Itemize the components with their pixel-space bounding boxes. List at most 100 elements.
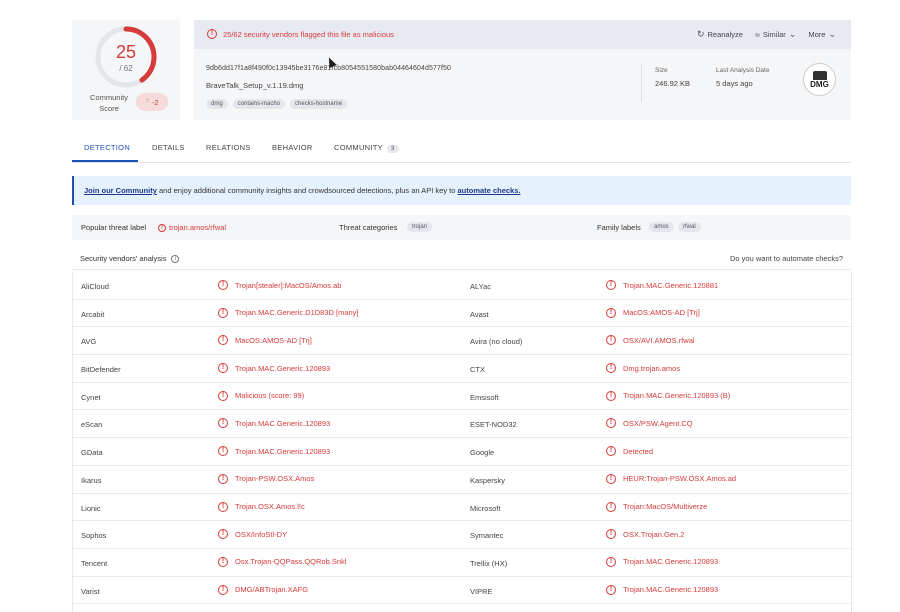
threat-category-tag[interactable]: trojan xyxy=(407,222,433,232)
join-community-link[interactable]: Join our Community xyxy=(84,186,157,195)
vendor-name: Tencent xyxy=(81,558,108,568)
refresh-icon: ↻ xyxy=(696,29,705,39)
vendor-result[interactable]: ! Trojan.MAC.Generic.120893 xyxy=(218,446,330,457)
reanalyze-label: Reanalyze xyxy=(707,30,743,39)
vendor-result[interactable]: ! Detected xyxy=(606,446,653,457)
vendor-result[interactable]: ! Trojan.OSX.Amos.l!c xyxy=(218,501,305,512)
similar-label: Similar xyxy=(762,30,786,39)
vendor-result-text: Trojan[stealer]:MacOS/Amos.ab xyxy=(235,280,342,290)
table-row: Lionic! Trojan.OSX.Amos.l!c Microsoft! Troj… xyxy=(72,494,851,522)
table-row: Varist ! DMG/ABTrojan.XAFG VIPRE ! Trojan.MAC… xyxy=(72,577,851,605)
alert-circle-icon: ! xyxy=(218,529,228,540)
vendor-result[interactable]: ! MacOS:AMOS-AD [Trj] xyxy=(218,335,312,346)
vendor-name: Kaspersky xyxy=(470,475,506,485)
table-row: AliCloud! Trojan[stealer]:MacOS/Amos.ab AL… xyxy=(72,272,851,300)
banner-text: and enjoy additional community insights … xyxy=(156,186,458,195)
alert-circle-icon: ! xyxy=(218,473,228,484)
more-dropdown[interactable]: More ⌄ xyxy=(808,29,836,40)
community-score-label: Community Score xyxy=(90,93,128,113)
vendor-result[interactable]: ! Trojan[stealer]:MacOS/Amos.ab xyxy=(218,280,341,290)
alert-circle-icon: ! xyxy=(218,556,228,567)
vendor-result[interactable]: ! HEUR:Trojan-PSW.OSX.Amos.ad xyxy=(606,473,737,484)
vendor-name: VIPRE xyxy=(470,586,493,596)
family-label-tag[interactable]: rfwal xyxy=(678,222,701,232)
reanalyze-button[interactable]: ↻ Reanalyze xyxy=(697,29,743,40)
vendor-name: ESET-NOD32 xyxy=(470,420,517,430)
vendor-result[interactable]: ! OSX.Trojan.Gen.2 xyxy=(606,529,684,540)
vendor-result[interactable]: ! OSX/PSW.Agent.CQ xyxy=(606,418,693,429)
file-type-label: DMG xyxy=(810,79,829,89)
alert-circle-icon: ! xyxy=(606,307,616,318)
alert-circle-icon: ! xyxy=(218,446,228,457)
vendor-name: BitDefender xyxy=(81,365,121,375)
alert-circle-icon: ! xyxy=(606,390,616,401)
malicious-alert: ! 25/62 security vendors flagged this fi… xyxy=(207,29,394,39)
alert-circle-icon: ! xyxy=(218,390,228,401)
file-name: BraveTalk_Setup_v.1.19.dmg xyxy=(206,81,304,90)
vendor-name: Arcabit xyxy=(81,309,105,319)
file-tag[interactable]: checks-hostname xyxy=(290,99,348,109)
popular-threat-value[interactable]: ! trojan.amos/rfwal xyxy=(158,223,226,232)
automate-checks-link[interactable]: automate checks. xyxy=(458,186,521,195)
alert-circle-icon: ! xyxy=(606,418,616,429)
vendor-result[interactable]: ! Trojan-PSW.OSX.Amos xyxy=(218,473,314,484)
vendor-result[interactable]: ! Dmg.trojan.amos xyxy=(606,363,680,374)
vendor-result-text: Trojan.MAC.Generic.120893 xyxy=(623,585,719,595)
vendor-result-text: OSX/AVI.AMOS.rfwal xyxy=(623,335,695,345)
vendor-result[interactable]: ! Trojan.MAC.Generic.D1D83D [many] xyxy=(218,307,359,318)
question-icon: ? xyxy=(145,99,149,105)
tab-details[interactable]: DETAILS xyxy=(152,143,185,152)
similar-dropdown[interactable]: ≈ Similar ⌄ xyxy=(755,29,796,40)
size-label: Size xyxy=(655,67,668,74)
tab-community[interactable]: COMMUNITY 3 xyxy=(334,143,399,153)
family-labels-label: Family labels xyxy=(597,223,641,232)
vendor-result-text: Trojan.MAC.Generic.120893 xyxy=(235,418,331,428)
detection-total: / 62 xyxy=(119,64,133,73)
vendor-result-text: Malicious (score: 99) xyxy=(235,391,305,401)
vendor-name: Emsisoft xyxy=(470,392,499,402)
vendor-result-text: OSX/InfoStl-DY xyxy=(235,529,288,539)
file-tags: dmg contains-macho checks-hostname xyxy=(206,99,348,109)
vendor-result[interactable]: ! DMG/ABTrojan.XAFG xyxy=(218,584,308,595)
vendor-result[interactable]: ! OSX/InfoStl-DY xyxy=(218,529,288,540)
file-tag[interactable]: contains-macho xyxy=(232,99,286,109)
vendor-result[interactable]: ! Trojan.MAC.Generic.120893 xyxy=(218,363,330,374)
tab-behavior[interactable]: BEHAVIOR xyxy=(272,143,313,152)
vendor-result[interactable]: ! Osx.Trojan-QQPass.QQRob.Snkl xyxy=(218,556,346,567)
info-icon[interactable]: i xyxy=(171,254,180,263)
vendor-name: Varist xyxy=(81,586,100,596)
vendor-result-text: Trojan.OSX.Amos.l!c xyxy=(235,502,305,511)
vendor-result[interactable]: ! Trojan.MAC.Generic.120893 (B) xyxy=(606,390,730,401)
similar-icon: ≈ xyxy=(754,29,760,40)
table-row: Ikarus! Trojan-PSW.OSX.Amos Kaspersky! HEUR… xyxy=(72,466,851,494)
vendor-name: Symantec xyxy=(470,531,504,541)
table-right-border xyxy=(851,272,852,612)
family-label-tag[interactable]: amos xyxy=(649,222,674,232)
alert-circle-icon: ! xyxy=(606,529,616,540)
file-tag[interactable]: dmg xyxy=(206,99,228,109)
tab-detection[interactable]: DETECTION xyxy=(84,143,130,152)
automate-question[interactable]: Do you want to automate checks? xyxy=(730,254,843,263)
chevron-down-icon: ⌄ xyxy=(828,29,836,39)
community-score-badge[interactable]: ? -2 xyxy=(136,93,168,111)
vendor-name: Cynet xyxy=(81,392,101,402)
tab-relations[interactable]: RELATIONS xyxy=(206,143,251,152)
active-tab-indicator xyxy=(72,160,138,162)
vendor-result-text: HEUR:Trojan-PSW.OSX.Amos.ad xyxy=(623,474,737,484)
vendor-result[interactable]: ! Trojan.MAC.Generic.120893 xyxy=(606,556,718,567)
vendor-result[interactable]: ! MacOS:AMOS-AD [Trj] xyxy=(606,307,700,318)
vendor-result[interactable]: ! Malicious (score: 99) xyxy=(218,390,305,401)
vendor-result[interactable]: ! Trojan.MAC.Generic.120893 xyxy=(218,418,331,429)
vendor-name: Lionic xyxy=(81,503,101,513)
vendor-result[interactable]: ! Trojan.MAC.Generic.120881 xyxy=(606,280,718,290)
vendor-result[interactable]: ! Trojan:MacOS/Multiverze xyxy=(606,501,707,512)
vendor-result[interactable]: ! OSX/AVI.AMOS.rfwal xyxy=(606,335,695,346)
file-summary-panel: ! 25/62 security vendors flagged this fi… xyxy=(194,20,851,120)
detection-score-widget: 25 / 62 Community Score ? -2 xyxy=(72,20,180,120)
vendor-name: AliCloud xyxy=(81,282,109,291)
community-score-value: -2 xyxy=(151,97,159,107)
tab-bar: DETECTION DETAILS RELATIONS BEHAVIOR COM… xyxy=(72,135,851,163)
vendor-result[interactable]: ! Trojan.MAC.Generic.120893 xyxy=(606,584,719,595)
vendor-name: Trellix (HX) xyxy=(470,558,508,568)
alert-circle-icon: ! xyxy=(606,501,616,512)
